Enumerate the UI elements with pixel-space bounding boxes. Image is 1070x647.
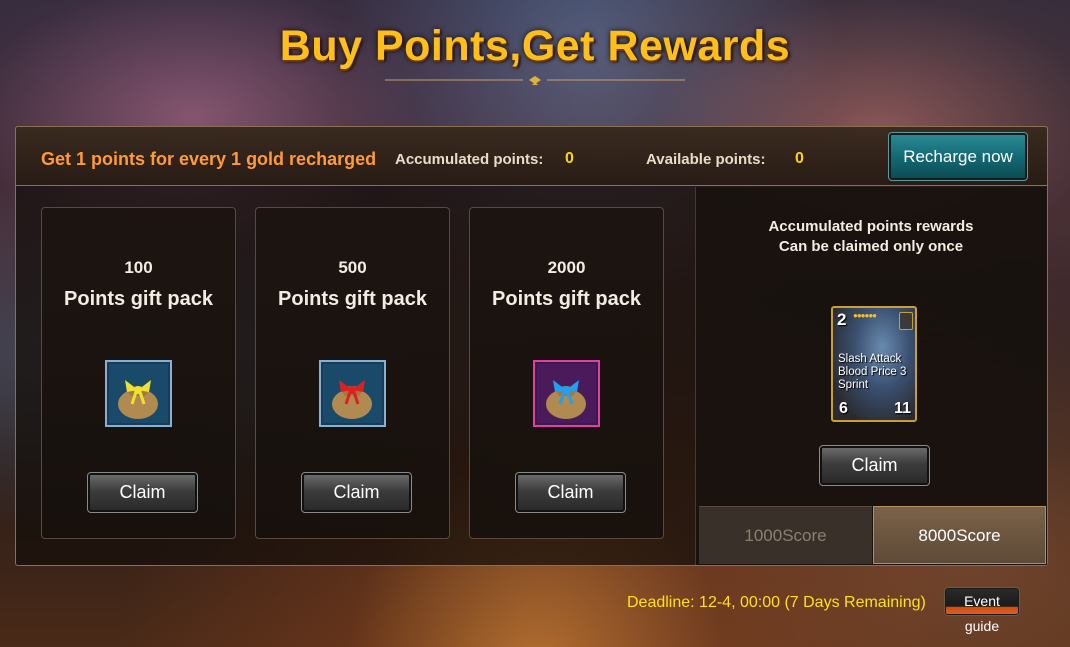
hero-health: 11	[894, 400, 911, 417]
promo-text: Get 1 points for every 1 gold recharged	[41, 149, 377, 169]
hero-level: 2	[837, 310, 847, 329]
available-points-label: Available points:	[646, 151, 766, 168]
hero-skill: Slash Attack	[838, 353, 902, 365]
hero-skills: Slash Attack Blood Price 3 Sprint	[838, 353, 906, 392]
hero-skill: Blood Price 3	[838, 366, 907, 378]
rewards-heading: Accumulated points rewards	[768, 218, 974, 235]
event-guide-button[interactable]: Event guide	[944, 587, 1020, 634]
pack-title: Points gift pack	[492, 288, 641, 310]
available-points-value: 0	[795, 150, 804, 167]
page-title: Buy Points,Get Rewards	[279, 22, 791, 70]
tab-8000-score[interactable]: 8000Score	[873, 506, 1046, 564]
claim-button[interactable]: Claim	[515, 472, 626, 513]
gift-bag-icon	[319, 360, 386, 427]
gift-bag-icon	[105, 360, 172, 427]
pack-title: Points gift pack	[278, 288, 427, 310]
title-divider-ornament	[385, 76, 685, 85]
hero-card[interactable]: 2 ●●●●●● Slash Attack Blood Price 3 Spri…	[831, 306, 917, 422]
pack-points: 2000	[547, 258, 586, 277]
hero-skill: Sprint	[838, 379, 869, 391]
claim-button[interactable]: Claim	[301, 472, 412, 513]
pack-points: 500	[338, 258, 367, 277]
gift-pack-card: 500 Points gift pack Claim	[255, 207, 450, 539]
rewards-subheading: Can be claimed only once	[778, 238, 964, 255]
accumulated-points-value: 0	[565, 150, 574, 167]
accumulated-points-label: Accumulated points:	[395, 151, 544, 168]
tab-1000-score[interactable]: 1000Score	[699, 506, 872, 564]
pack-points: 100	[124, 258, 153, 277]
gift-bag-icon	[533, 360, 600, 427]
gift-pack-card: 100 Points gift pack Claim	[41, 207, 236, 539]
gift-pack-card: 2000 Points gift pack Claim	[469, 207, 664, 539]
reward-claim-button[interactable]: Claim	[819, 445, 930, 486]
recharge-now-button[interactable]: Recharge now	[888, 132, 1028, 181]
hero-attack: 6	[839, 400, 848, 417]
pack-title: Points gift pack	[64, 288, 213, 310]
star-rating-icon: ●●●●●●	[853, 311, 877, 320]
faction-badge-icon	[899, 312, 913, 330]
deadline-text: Deadline: 12-4, 00:00 (7 Days Remaining)	[627, 594, 926, 611]
claim-button[interactable]: Claim	[87, 472, 198, 513]
